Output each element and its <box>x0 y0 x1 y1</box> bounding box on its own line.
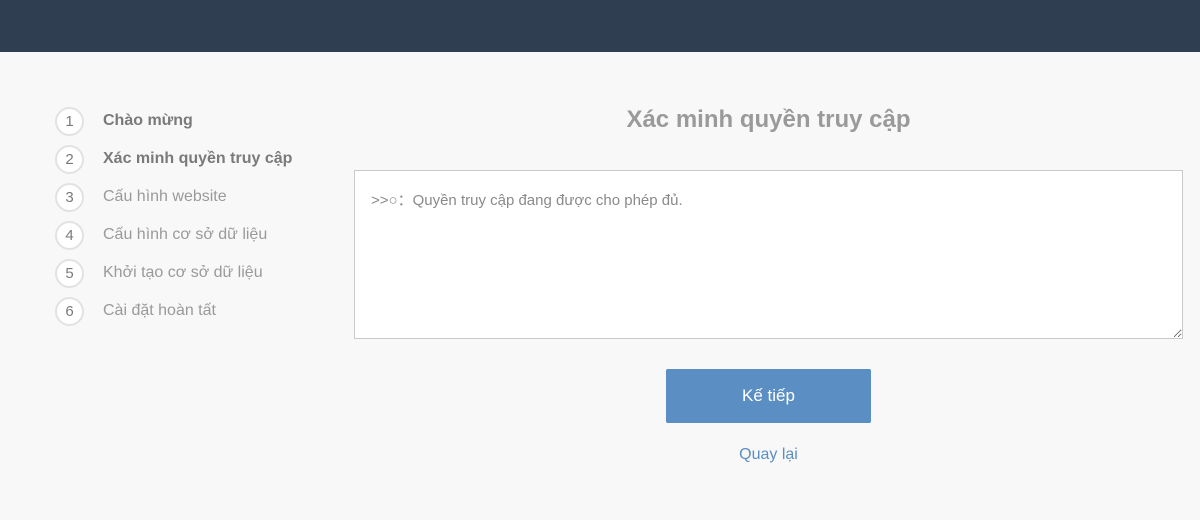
step-number-badge: 6 <box>55 296 84 326</box>
step-label: Xác minh quyền truy cập <box>103 150 293 167</box>
step-number-badge: 1 <box>55 106 84 136</box>
step-number-badge: 3 <box>55 182 84 212</box>
step-number-badge: 5 <box>55 258 84 288</box>
step-label: Khởi tạo cơ sở dữ liệu <box>103 264 263 281</box>
step-number-badge: 4 <box>55 220 84 250</box>
setup-steps-list: 1 Chào mừng 2 Xác minh quyền truy cập 3 … <box>55 102 335 330</box>
step-number-badge: 2 <box>55 144 84 174</box>
step-label: Cấu hình website <box>103 188 227 205</box>
step-label: Chào mừng <box>103 112 193 129</box>
step-website-config: 3 Cấu hình website <box>55 178 335 216</box>
step-install-complete: 6 Cài đặt hoàn tất <box>55 292 335 330</box>
step-label: Cấu hình cơ sở dữ liệu <box>103 226 268 243</box>
step-label: Cài đặt hoàn tất <box>103 302 216 319</box>
back-link[interactable]: Quay lại <box>666 446 871 464</box>
step-database-config: 4 Cấu hình cơ sở dữ liệu <box>55 216 335 254</box>
step-database-init: 5 Khởi tạo cơ sở dữ liệu <box>55 254 335 292</box>
step-welcome: 1 Chào mừng <box>55 102 335 140</box>
next-button[interactable]: Kế tiếp <box>666 369 871 423</box>
access-check-log-textarea[interactable]: >>○：Quyền truy cập đang được cho phép đủ… <box>354 170 1183 339</box>
step-verify-access: 2 Xác minh quyền truy cập <box>55 140 335 178</box>
page-title: Xác minh quyền truy cập <box>626 106 911 133</box>
top-header-bar <box>0 0 1200 52</box>
